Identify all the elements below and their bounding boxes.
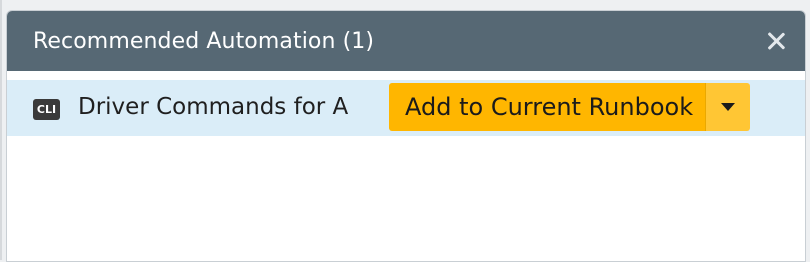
panel-title: Recommended Automation (1) [33,28,375,54]
close-icon[interactable] [763,28,789,54]
recommended-automation-panel: Recommended Automation (1) CLI Driver Co… [6,10,806,262]
add-to-runbook-split-button: Add to Current Runbook [389,83,750,131]
cli-icon: CLI [33,99,60,120]
add-options-dropdown-button[interactable] [705,83,750,131]
panel-header: Recommended Automation (1) [7,11,805,71]
automation-row[interactable]: CLI Driver Commands for A Add to Current… [7,80,805,136]
window-edge [0,0,2,260]
add-to-current-runbook-button[interactable]: Add to Current Runbook [389,83,705,131]
chevron-down-icon [721,103,735,111]
automation-name: Driver Commands for A [78,94,349,120]
